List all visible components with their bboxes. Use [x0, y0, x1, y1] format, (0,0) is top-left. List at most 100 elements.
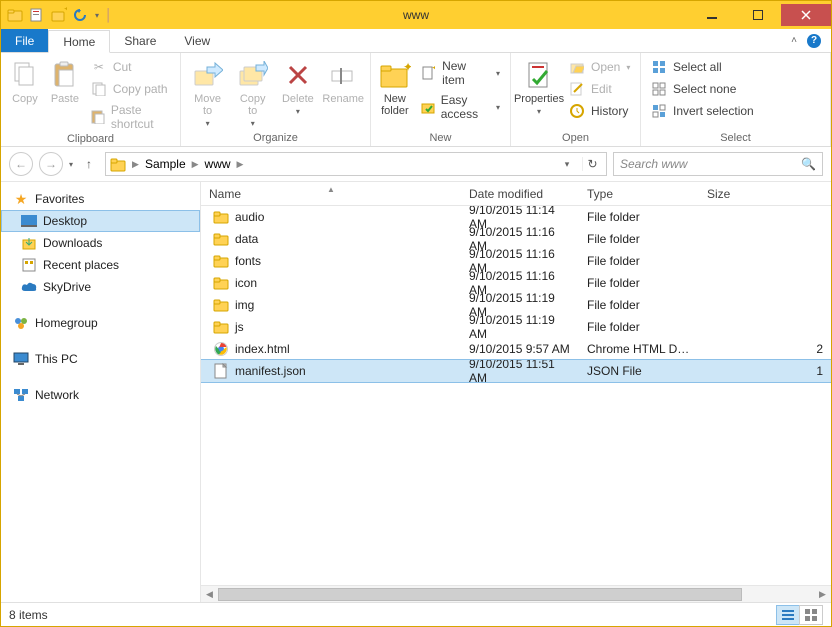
history-icon: [569, 103, 585, 119]
chevron-right-icon[interactable]: ▶: [132, 159, 139, 170]
paste-shortcut-button[interactable]: Paste shortcut: [87, 101, 174, 133]
column-headers: ▲Name Date modified Type Size: [201, 182, 831, 206]
file-type: File folder: [579, 320, 699, 334]
breadcrumb-www[interactable]: www: [205, 157, 231, 171]
breadcrumb-sample[interactable]: Sample: [145, 157, 186, 171]
search-input[interactable]: Search www 🔍: [613, 152, 823, 176]
minimize-ribbon-icon[interactable]: ˄: [791, 35, 797, 46]
column-type[interactable]: Type: [579, 187, 699, 201]
tab-view[interactable]: View: [170, 29, 224, 52]
copy-button[interactable]: Copy: [7, 57, 43, 105]
easy-access-button[interactable]: Easy access ▾: [417, 91, 504, 123]
rename-icon: [327, 59, 359, 91]
open-icon: [569, 59, 585, 75]
select-all-icon: [651, 59, 667, 75]
tab-file[interactable]: File: [1, 29, 48, 52]
easy-access-icon: [421, 99, 435, 115]
select-none-button[interactable]: Select none: [647, 79, 758, 99]
paste-button[interactable]: Paste: [47, 57, 83, 105]
new-folder-button[interactable]: ✦New folder: [377, 57, 413, 117]
chevron-right-icon[interactable]: ▶: [237, 159, 244, 170]
invert-selection-button[interactable]: Invert selection: [647, 101, 758, 121]
file-icon: [213, 363, 229, 379]
new-item-button[interactable]: ✦New item ▾: [417, 57, 504, 89]
view-icons-button[interactable]: [799, 605, 823, 625]
refresh-icon[interactable]: ↻: [582, 157, 602, 171]
scroll-right-icon[interactable]: ▶: [814, 589, 831, 600]
explorer-window: ✦ ▾ │ www File Home Share View ˄ ? C: [0, 0, 832, 627]
status-item-count: 8 items: [9, 608, 48, 622]
sidebar-item-skydrive[interactable]: SkyDrive: [1, 276, 200, 298]
select-all-button[interactable]: Select all: [647, 57, 758, 77]
invert-selection-icon: [651, 103, 667, 119]
sidebar-this-pc[interactable]: This PC: [1, 348, 200, 370]
group-label-new: New: [371, 132, 510, 146]
properties-qat-icon[interactable]: [29, 7, 45, 23]
column-date[interactable]: Date modified: [461, 187, 579, 201]
file-date: 9/10/2015 11:19 AM: [461, 313, 579, 341]
scroll-thumb[interactable]: [218, 588, 742, 601]
minimize-button[interactable]: [689, 4, 735, 26]
recent-locations-icon[interactable]: ▾: [69, 160, 73, 169]
sort-asc-icon: ▲: [327, 185, 335, 194]
file-type: File folder: [579, 210, 699, 224]
sidebar-item-downloads[interactable]: Downloads: [1, 232, 200, 254]
file-type: File folder: [579, 276, 699, 290]
sidebar-favorites[interactable]: ★Favorites: [1, 188, 200, 210]
status-bar: 8 items: [1, 602, 831, 626]
open-button[interactable]: Open ▾: [565, 57, 634, 77]
undo-qat-icon[interactable]: [73, 7, 89, 23]
sidebar-item-desktop[interactable]: Desktop: [1, 210, 200, 232]
file-name: audio: [235, 210, 264, 224]
copy-to-button[interactable]: Copy to▾: [232, 57, 273, 128]
address-bar[interactable]: ▶ Sample ▶ www ▶ ▾ ↻: [105, 152, 607, 176]
new-folder-icon: ✦: [379, 59, 411, 91]
column-size[interactable]: Size: [699, 187, 831, 201]
qat-dropdown-icon[interactable]: ▾: [95, 11, 99, 20]
edit-button[interactable]: Edit: [565, 79, 634, 99]
ribbon-tabs: File Home Share View ˄ ?: [1, 29, 831, 53]
file-name: data: [235, 232, 258, 246]
group-label-open: Open: [511, 132, 640, 146]
sidebar-homegroup[interactable]: Homegroup: [1, 312, 200, 334]
sidebar-item-recent[interactable]: Recent places: [1, 254, 200, 276]
scroll-left-icon[interactable]: ◀: [201, 589, 218, 600]
copy-path-button[interactable]: Copy path: [87, 79, 174, 99]
rename-button[interactable]: Rename: [322, 57, 364, 105]
help-icon[interactable]: ?: [807, 34, 821, 48]
new-folder-qat-icon[interactable]: ✦: [51, 7, 67, 23]
sidebar-network[interactable]: Network: [1, 384, 200, 406]
file-type: File folder: [579, 298, 699, 312]
downloads-icon: [21, 235, 37, 251]
tab-home[interactable]: Home: [48, 30, 110, 53]
ribbon-group-clipboard: Copy Paste ✂Cut Copy path Paste shortcut…: [1, 53, 181, 146]
cut-button[interactable]: ✂Cut: [87, 57, 174, 77]
forward-button[interactable]: →: [39, 152, 63, 176]
svg-text:✦: ✦: [403, 61, 411, 74]
delete-button[interactable]: Delete▾: [277, 57, 318, 116]
file-rows[interactable]: audio9/10/2015 11:14 AMFile folderdata9/…: [201, 206, 831, 585]
move-to-button[interactable]: Move to▾: [187, 57, 228, 128]
back-button[interactable]: ←: [9, 152, 33, 176]
navigation-pane[interactable]: ★Favorites Desktop Downloads Recent plac…: [1, 182, 201, 602]
history-button[interactable]: History: [565, 101, 634, 121]
file-row[interactable]: js9/10/2015 11:19 AMFile folder: [201, 316, 831, 338]
pc-icon: [13, 351, 29, 367]
paste-icon: [49, 59, 81, 91]
maximize-button[interactable]: [735, 4, 781, 26]
group-label-organize: Organize: [181, 132, 370, 146]
properties-button[interactable]: Properties▾: [517, 57, 561, 116]
paste-shortcut-icon: [91, 109, 105, 125]
close-button[interactable]: [781, 4, 831, 26]
file-row[interactable]: manifest.json9/10/2015 11:51 AMJSON File…: [201, 360, 831, 382]
column-name[interactable]: ▲Name: [201, 187, 461, 201]
address-dropdown-icon[interactable]: ▾: [558, 159, 576, 170]
move-to-icon: [192, 59, 224, 91]
up-button[interactable]: ↑: [79, 157, 99, 171]
window-buttons: [689, 4, 831, 26]
copy-path-icon: [91, 81, 107, 97]
horizontal-scrollbar[interactable]: ◀ ▶: [201, 585, 831, 602]
view-details-button[interactable]: [776, 605, 800, 625]
chevron-right-icon[interactable]: ▶: [192, 159, 199, 170]
tab-share[interactable]: Share: [110, 29, 170, 52]
